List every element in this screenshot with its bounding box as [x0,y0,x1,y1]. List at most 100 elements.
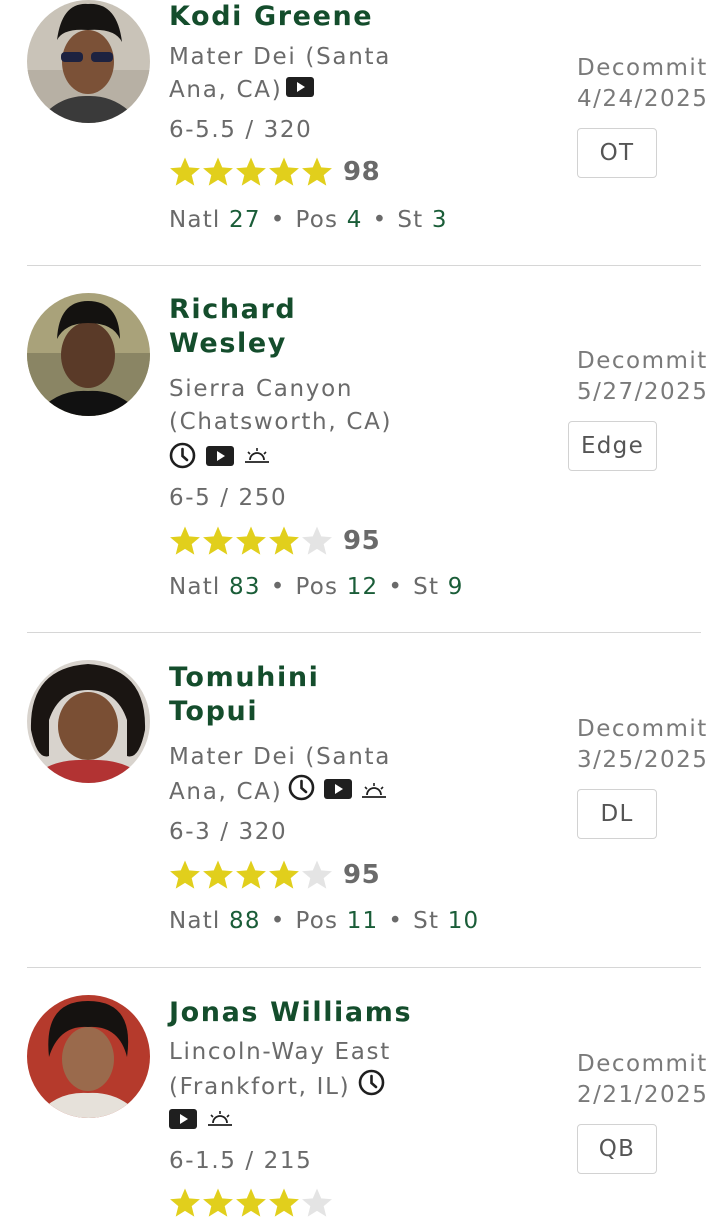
player-photo [27,995,150,1118]
clock-icon[interactable] [288,774,315,811]
star-filled-icon [170,860,200,889]
player-rating: 95 [343,860,381,890]
player-name-line2[interactable]: Wesley [169,328,287,359]
status-date: 5/27/2025 [577,379,709,405]
star-filled-icon [269,1188,299,1217]
star-rating [169,1186,334,1220]
school-line1: Mater Dei (Santa [169,744,391,770]
clock-icon[interactable] [169,442,196,473]
star-filled-icon [203,157,233,186]
player-name[interactable]: Jonas Williams [169,996,499,1030]
separator-dot: • [388,574,404,600]
player-name-line1[interactable]: Tomuhini [169,662,320,693]
school-line2: (Frankfort, IL) [169,1074,351,1100]
sunrise-icon[interactable] [207,1111,233,1131]
status-date: 3/25/2025 [577,747,709,773]
player-name[interactable]: Richard Wesley [169,293,499,361]
natl-label: Natl [169,908,221,934]
star-empty-icon [302,860,332,889]
sunrise-icon[interactable] [244,447,270,468]
player-rating: 95 [343,526,381,556]
state-rank[interactable]: 10 [448,908,480,934]
position-badge: QB [577,1124,657,1174]
position-badge: OT [577,128,657,178]
separator-dot: • [270,574,286,600]
player-name-line1[interactable]: Kodi Greene [169,1,373,32]
pos-label: Pos [295,574,339,600]
school-line1: Sierra Canyon [169,376,354,402]
natl-rank[interactable]: 83 [229,574,261,600]
school-line1: Mater Dei (Santa [169,44,391,70]
divider [27,967,701,968]
player-photo [27,0,150,123]
video-icon[interactable] [206,445,234,470]
player-avatar[interactable] [27,0,150,123]
star-rating: 95 [169,524,380,558]
star-filled-icon [269,860,299,889]
natl-label: Natl [169,207,221,233]
player-avatar[interactable] [27,293,150,416]
player-name-line1[interactable]: Richard [169,294,296,325]
star-filled-icon [269,157,299,186]
status-label: Decommit [577,348,708,374]
star-filled-icon [236,526,266,555]
school-line2: Ana, CA) [169,779,283,805]
player-name[interactable]: Tomuhini Topui [169,661,499,729]
star-filled-icon [269,526,299,555]
divider [27,265,701,266]
pos-rank[interactable]: 4 [347,207,363,233]
status-date: 4/24/2025 [577,86,709,112]
natl-label: Natl [169,574,221,600]
clock-icon[interactable] [358,1069,385,1106]
pos-label: Pos [295,908,339,934]
star-empty-icon [302,1188,332,1217]
player-name[interactable]: Kodi Greene [169,0,499,34]
star-filled-icon [170,526,200,555]
player-school: Mater Dei (Santa Ana, CA) [169,41,509,107]
player-icon-row [169,442,270,473]
star-filled-icon [302,157,332,186]
natl-rank[interactable]: 88 [229,908,261,934]
player-ranks: Natl 83 • Pos 12 • St 9 [169,572,464,602]
state-label: St [397,207,424,233]
pos-label: Pos [295,207,339,233]
player-avatar[interactable] [27,995,150,1118]
player-name-line1[interactable]: Jonas Williams [169,997,412,1028]
natl-rank[interactable]: 27 [229,207,261,233]
state-rank[interactable]: 3 [432,207,448,233]
position-badge: Edge [568,421,657,471]
school-line2: (Chatsworth, CA) [169,409,393,435]
position-badge: DL [577,789,657,839]
separator-dot: • [270,207,286,233]
player-name-line2[interactable]: Topui [169,696,258,727]
separator-dot: • [270,908,286,934]
star-rating: 95 [169,858,380,892]
commit-status: Decommit 3/25/2025 [577,714,708,776]
star-filled-icon [170,157,200,186]
video-icon[interactable] [324,776,353,809]
star-filled-icon [236,157,266,186]
player-photo [27,293,150,416]
player-photo [27,660,150,783]
state-rank[interactable]: 9 [448,574,464,600]
player-measurements: 6-1.5 / 215 [169,1148,313,1174]
pos-rank[interactable]: 12 [347,574,379,600]
status-date: 2/21/2025 [577,1082,709,1108]
star-filled-icon [203,860,233,889]
status-label: Decommit [577,1051,708,1077]
pos-rank[interactable]: 11 [347,908,379,934]
sunrise-icon[interactable] [361,776,387,809]
star-filled-icon [236,860,266,889]
player-school: Lincoln-Way East (Frankfort, IL) [169,1036,509,1106]
star-filled-icon [170,1188,200,1217]
player-measurements: 6-5 / 250 [169,485,288,511]
commit-status: Decommit 4/24/2025 [577,53,708,115]
player-measurements: 6-3 / 320 [169,819,288,845]
star-empty-icon [302,526,332,555]
player-avatar[interactable] [27,660,150,783]
commit-status: Decommit 5/27/2025 [577,346,708,408]
player-measurements: 6-5.5 / 320 [169,117,313,143]
video-icon[interactable] [169,1109,197,1133]
player-school: Mater Dei (Santa Ana, CA) [169,741,509,811]
video-icon[interactable] [286,74,315,107]
